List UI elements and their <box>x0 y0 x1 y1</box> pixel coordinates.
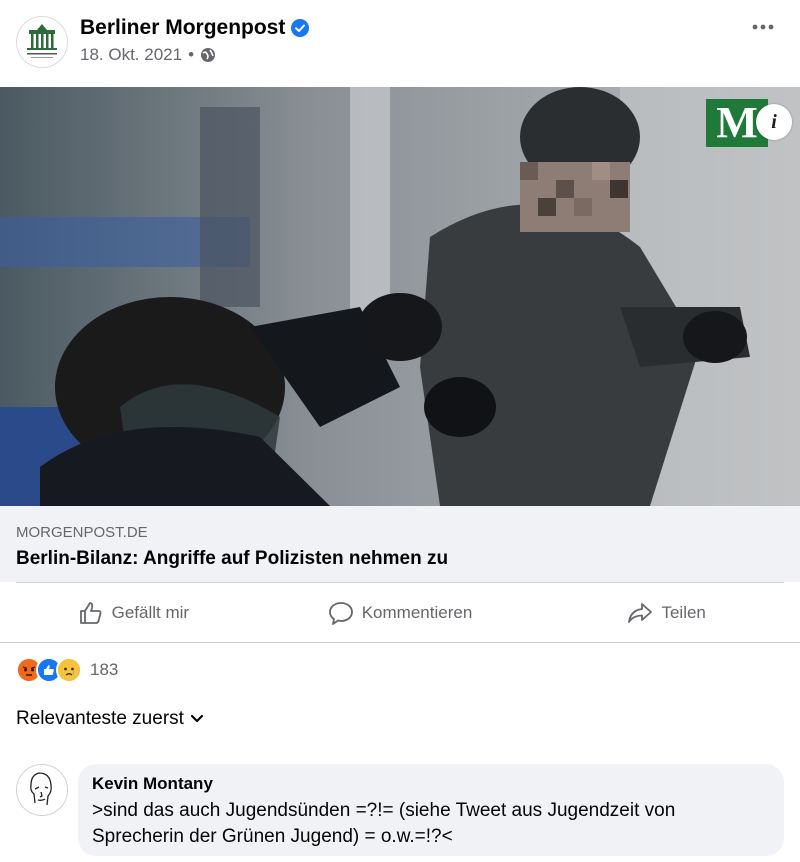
page-name-text[interactable]: Berliner Morgenpost <box>80 16 285 40</box>
link-title[interactable]: Berlin-Bilanz: Angriffe auf Polizisten n… <box>16 548 448 570</box>
face-sketch-avatar-icon <box>17 765 67 815</box>
globe-icon <box>201 48 216 62</box>
reactions-summary[interactable]: 183 <box>16 657 118 683</box>
comment-icon <box>328 601 353 625</box>
page-name[interactable]: Berliner Morgenpost <box>80 16 310 40</box>
post-header: Berliner Morgenpost 18. Okt. 2021 • <box>0 0 800 87</box>
reactions-count[interactable]: 183 <box>90 660 118 680</box>
comment-button[interactable]: Kommentieren <box>267 583 534 642</box>
verified-badge-icon <box>291 19 310 37</box>
photo-illustration <box>0 87 800 506</box>
like-button-label: Gefällt mir <box>111 602 190 622</box>
post-meta: 18. Okt. 2021 • <box>80 45 216 65</box>
more-dots-icon <box>752 24 774 30</box>
sad-reaction-icon <box>56 657 82 683</box>
post-date[interactable]: 18. Okt. 2021 <box>80 45 182 65</box>
thumbs-up-icon <box>79 601 102 624</box>
post-actions: Gefällt mir Kommentieren Teilen <box>0 583 800 642</box>
comment-bubble[interactable]: Kevin Montany >sind das auch Jugendsünde… <box>78 764 784 856</box>
comment-button-label: Kommentieren <box>361 602 473 622</box>
link-preview-box[interactable]: MORGENPOST.DE Berlin-Bilanz: Angriffe au… <box>0 506 800 582</box>
comment-text: >sind das auch Jugendsünden =?!= (siehe … <box>92 800 676 847</box>
brandenburg-gate-logo-icon <box>17 17 67 67</box>
share-icon <box>628 602 653 623</box>
like-button[interactable]: Gefällt mir <box>0 583 267 642</box>
chevron-down-icon <box>190 714 204 723</box>
share-button-label: Teilen <box>661 602 706 622</box>
divider <box>0 642 800 643</box>
commenter-avatar[interactable] <box>16 764 68 816</box>
share-button[interactable]: Teilen <box>533 583 800 642</box>
comment-sort-dropdown[interactable]: Relevanteste zuerst <box>16 708 204 730</box>
info-icon[interactable]: i <box>756 104 792 140</box>
page-avatar[interactable] <box>16 16 68 68</box>
meta-separator: • <box>188 45 195 64</box>
sort-label: Relevanteste zuerst <box>16 708 184 729</box>
publisher-logo-badge: M i <box>706 99 792 147</box>
link-domain: MORGENPOST.DE <box>16 524 148 541</box>
more-options-button[interactable] <box>750 14 776 40</box>
link-preview-image[interactable]: M i <box>0 87 800 506</box>
comment-author[interactable]: Kevin Montany <box>92 774 770 794</box>
